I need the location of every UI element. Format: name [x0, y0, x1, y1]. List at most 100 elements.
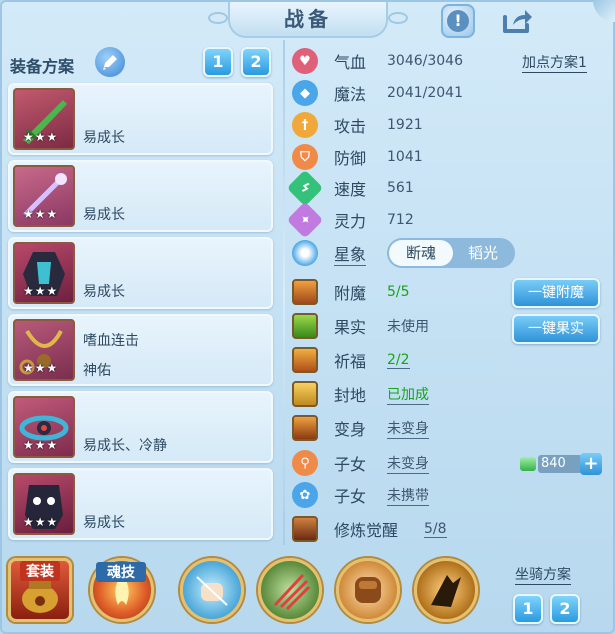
green-gem-icon — [520, 457, 536, 471]
equip-plan-tab-1[interactable]: 1 — [203, 47, 233, 77]
equipment-skill-name: 嗜血连击 — [83, 333, 139, 349]
equipment-slot-helmet[interactable]: ★★★ 易成长 — [8, 160, 273, 232]
feature-label: 果实 — [334, 318, 367, 337]
enchant-icon — [292, 279, 318, 305]
stat-label: 防御 — [334, 149, 367, 168]
sword-icon: † — [292, 112, 318, 138]
equipment-traits: 易成长 — [83, 207, 125, 223]
pencil-icon — [103, 55, 117, 70]
skill-slot-2[interactable] — [258, 558, 322, 622]
robe-icon: ★★★ — [13, 242, 75, 304]
mount-plan-tab-2[interactable]: 2 — [550, 594, 580, 624]
feature-value: 2/2 — [387, 351, 410, 369]
panel-divider — [283, 40, 285, 545]
stat-row-spirit: ✦ 灵力 712 — [286, 201, 414, 239]
stat-label: 气血 — [334, 53, 367, 72]
title-ornament-right — [388, 12, 408, 24]
dash-skill-icon — [431, 575, 461, 607]
stat-value: 3046/3046 — [387, 53, 463, 69]
territory-icon — [292, 381, 318, 407]
equipment-traits: 易成长 — [83, 284, 125, 300]
feature-value[interactable]: 未变身 — [387, 418, 429, 439]
constellation-option-taoguang[interactable]: 韬光 — [453, 240, 513, 266]
star-rating: ★★★ — [23, 361, 59, 375]
mount-plan-label: 坐骑方案 — [515, 564, 571, 585]
feature-label: 祈福 — [334, 352, 367, 371]
soul-skill-label: 魂技 — [96, 562, 146, 582]
heart-icon: ♥ — [292, 48, 318, 74]
auto-fruit-button[interactable]: 一键果实 — [512, 314, 600, 344]
feature-value[interactable]: 5/8 — [424, 521, 447, 538]
fruit-icon — [292, 313, 318, 339]
equipment-slot-boots[interactable]: ★★★ 易成长 — [8, 468, 273, 540]
exclamation-icon: ! — [447, 10, 469, 32]
constellation-toggle: 断魂 韬光 — [387, 238, 515, 268]
constellation-row: 星象 — [292, 238, 367, 268]
stat-row-speed: ϟ 速度 561 — [286, 169, 414, 207]
mount-plan-tab-1[interactable]: 1 — [513, 594, 543, 624]
feature-row-enchant: 附魔 5/5 — [292, 277, 410, 307]
belt-icon: ★★★ — [13, 396, 75, 458]
shield-icon: ⛉ — [292, 144, 318, 170]
constellation-label[interactable]: 星象 — [334, 241, 367, 266]
skill-slot-4[interactable] — [414, 558, 478, 622]
feature-label: 变身 — [334, 420, 367, 439]
equipment-traits: 易成长、冷静 — [83, 438, 167, 454]
skill-slot-1[interactable] — [180, 558, 244, 622]
equip-plan-tab-2[interactable]: 2 — [241, 47, 271, 77]
auto-enchant-button[interactable]: 一键附魔 — [512, 278, 600, 308]
stat-value: 1041 — [387, 149, 423, 165]
star-rating: ★★★ — [23, 438, 59, 452]
add-currency-button[interactable]: + — [580, 453, 602, 475]
constellation-option-duanhun[interactable]: 断魂 — [389, 240, 453, 266]
claw-skill-icon — [273, 573, 311, 611]
feature-row-blessing: 祈福 2/2 — [292, 345, 410, 375]
page-title: 战备 — [228, 2, 388, 38]
stat-label: 灵力 — [334, 212, 367, 231]
punch-skill-icon — [355, 577, 381, 603]
edit-plan-button[interactable] — [95, 47, 125, 77]
currency-value: 840 — [538, 455, 582, 473]
suit-label: 套装 — [20, 561, 60, 581]
stat-row-attack: † 攻击 1921 — [292, 110, 423, 140]
feature-value: 5/5 — [387, 284, 410, 300]
equipment-slot-necklace[interactable]: ★★★ 嗜血连击 神佑 — [8, 314, 273, 386]
feature-label: 封地 — [334, 386, 367, 405]
stat-label: 速度 — [334, 180, 367, 199]
stat-value: 1921 — [387, 117, 423, 133]
feature-row-transform: 变身 未变身 — [292, 413, 429, 443]
transform-icon — [292, 415, 318, 441]
feature-row-child-transform: ⚲ 子女 未变身 — [292, 448, 429, 478]
feature-value: 未使用 — [387, 319, 429, 335]
feature-label: 子女 — [334, 487, 367, 506]
equipment-slot-weapon[interactable]: ★★★ 易成长 — [8, 83, 273, 155]
weapon-icon: ★★★ — [13, 88, 75, 150]
feature-value[interactable]: 未变身 — [387, 453, 429, 474]
share-button[interactable] — [500, 4, 534, 38]
child-icon: ⚲ — [292, 450, 318, 476]
paw-icon: ✿ — [292, 482, 318, 508]
feature-row-territory: 封地 已加成 — [292, 379, 429, 409]
stat-value: 561 — [387, 180, 414, 196]
stat-row-mp: ◆ 魔法 2041/2041 — [292, 78, 463, 108]
stat-value: 2041/2041 — [387, 85, 463, 101]
title-ornament-left — [208, 12, 228, 24]
armor-icon: ★★★ — [13, 473, 75, 535]
stat-label: 攻击 — [334, 117, 367, 136]
skill-slot-3[interactable] — [336, 558, 400, 622]
stat-label: 魔法 — [334, 85, 367, 104]
equipment-slot-armor[interactable]: ★★★ 易成长 — [8, 237, 273, 309]
staff-icon: ★★★ — [13, 165, 75, 227]
lightning-icon: ϟ — [286, 169, 324, 207]
stat-value: 712 — [387, 212, 414, 228]
feature-label: 附魔 — [334, 284, 367, 303]
star-rating: ★★★ — [23, 284, 59, 298]
feature-value[interactable]: 未携带 — [387, 485, 429, 506]
equipment-traits: 易成长 — [83, 515, 125, 531]
equipment-slot-belt[interactable]: ★★★ 易成长、冷静 — [8, 391, 273, 463]
equipment-traits: 神佑 — [83, 363, 111, 379]
feature-label: 子女 — [334, 455, 367, 474]
point-plan-link[interactable]: 加点方案1 — [522, 52, 587, 73]
help-button[interactable]: ! — [441, 4, 475, 38]
star-rating: ★★★ — [23, 207, 59, 221]
